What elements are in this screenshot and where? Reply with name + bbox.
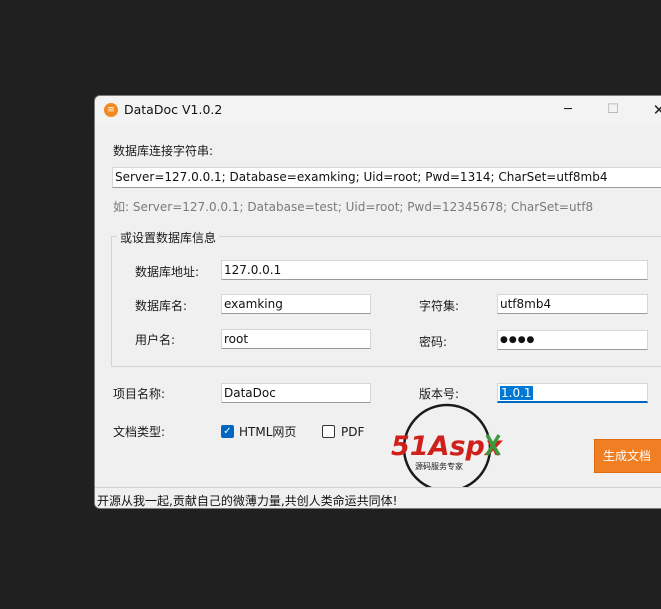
window-title: DataDoc V1.0.2 xyxy=(124,102,223,117)
charset-label: 字符集: xyxy=(419,299,460,313)
watermark-tagline: 源码服务专家 xyxy=(415,461,463,471)
db-address-label: 数据库地址: xyxy=(135,265,200,279)
password-input[interactable]: ●●●● xyxy=(497,330,648,350)
html-option-label[interactable]: HTML网页 xyxy=(239,423,296,440)
project-name-input[interactable]: DataDoc xyxy=(221,383,371,403)
doc-type-label: 文档类型: xyxy=(113,425,166,439)
db-info-group-title: 或设置数据库信息 xyxy=(117,229,220,246)
version-input[interactable]: 1.0.1 xyxy=(497,383,648,403)
db-name-input[interactable]: examking xyxy=(221,294,371,314)
title-bar[interactable]: ≡ DataDoc V1.0.2 ─ ☐ ✕ xyxy=(95,96,661,124)
minimize-button[interactable]: ─ xyxy=(558,100,578,120)
version-label: 版本号: xyxy=(419,387,460,401)
connection-string-label: 数据库连接字符串: xyxy=(113,144,214,158)
version-selected-text: 1.0.1 xyxy=(500,386,533,400)
password-label: 密码: xyxy=(419,335,448,349)
charset-input[interactable]: utf8mb4 xyxy=(497,294,648,314)
db-address-input[interactable]: 127.0.0.1 xyxy=(221,260,648,280)
username-input[interactable]: root xyxy=(221,329,371,349)
status-bar: 开源从我一起,贡献自己的微薄力量,共创人类命运共同体! xyxy=(95,487,661,508)
db-name-label: 数据库名: xyxy=(135,299,188,313)
html-checkbox[interactable]: ✓ xyxy=(221,425,234,438)
close-button[interactable]: ✕ xyxy=(649,100,661,120)
connection-string-input[interactable]: Server=127.0.0.1; Database=examking; Uid… xyxy=(112,167,661,188)
maximize-button[interactable]: ☐ xyxy=(603,100,623,120)
pdf-checkbox[interactable] xyxy=(322,425,335,438)
app-icon: ≡ xyxy=(104,103,118,117)
connection-string-hint: 如: Server=127.0.0.1; Database=test; Uid=… xyxy=(113,200,594,214)
app-window: ≡ DataDoc V1.0.2 ─ ☐ ✕ 数据库连接字符串: Server=… xyxy=(94,95,661,509)
username-label: 用户名: xyxy=(135,333,176,347)
pdf-option-label[interactable]: PDF xyxy=(341,425,364,439)
project-name-label: 项目名称: xyxy=(113,387,166,401)
watermark-logo: 51Aspx 源码服务专家 xyxy=(391,403,504,493)
generate-document-button[interactable]: 生成文档 xyxy=(594,439,661,473)
status-text: 开源从我一起,贡献自己的微薄力量,共创人类命运共同体! xyxy=(97,494,398,508)
